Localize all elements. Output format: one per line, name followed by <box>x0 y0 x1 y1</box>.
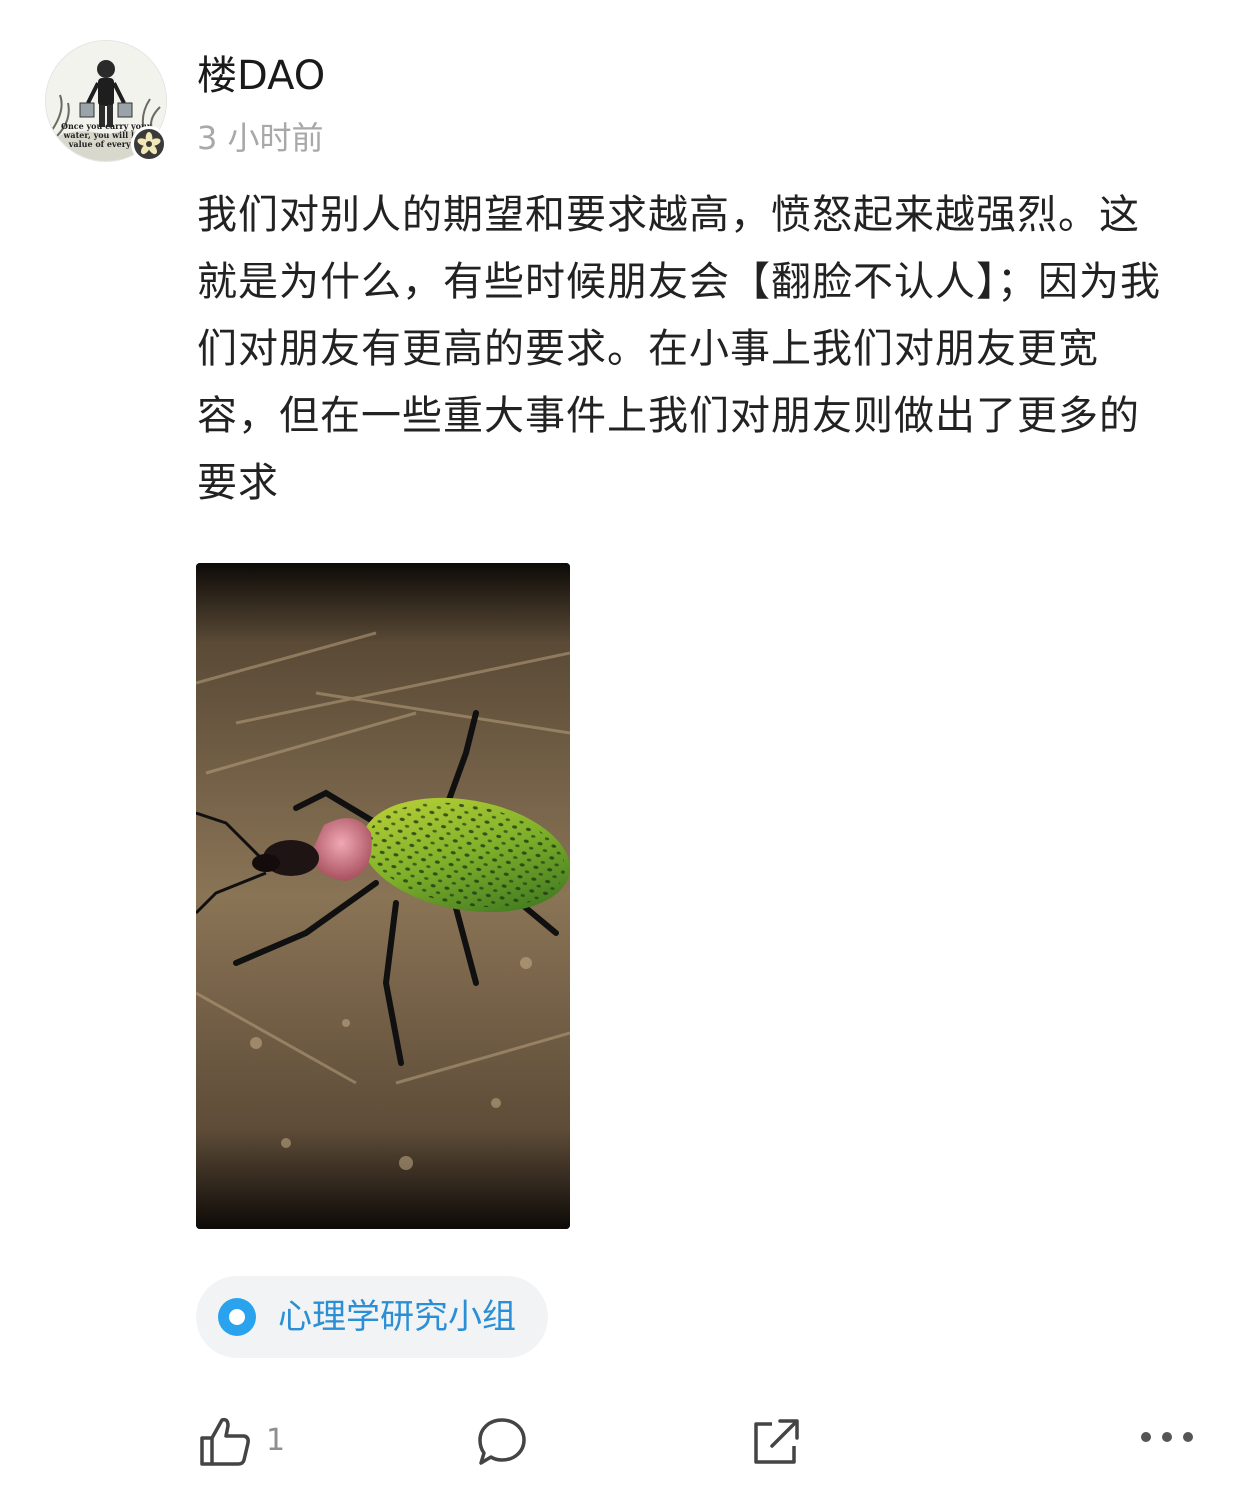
comment-icon <box>478 1418 526 1465</box>
beetle-photo <box>196 563 570 1229</box>
badge-icon <box>131 126 167 162</box>
more-icon <box>1141 1432 1193 1442</box>
share-button[interactable] <box>750 1416 802 1468</box>
share-icon <box>754 1419 799 1464</box>
post-image[interactable] <box>196 563 570 1229</box>
more-button[interactable] <box>1139 1430 1195 1444</box>
like-button[interactable]: 1 <box>198 1414 285 1468</box>
post-time: 3 小时前 <box>197 119 324 157</box>
thumbs-up-icon <box>200 1417 250 1466</box>
author-name[interactable]: 楼DAO <box>197 52 325 100</box>
group-label: 心理学研究小组 <box>278 1297 516 1337</box>
like-count: 1 <box>266 1423 286 1458</box>
group-tag[interactable]: 心理学研究小组 <box>196 1276 548 1358</box>
comment-button[interactable] <box>476 1416 528 1468</box>
post-text: 我们对别人的期望和要求越高，愤怒起来越强烈。这就是为什么，有些时候朋友会【翻脸不… <box>197 192 1161 506</box>
group-icon <box>218 1298 256 1336</box>
